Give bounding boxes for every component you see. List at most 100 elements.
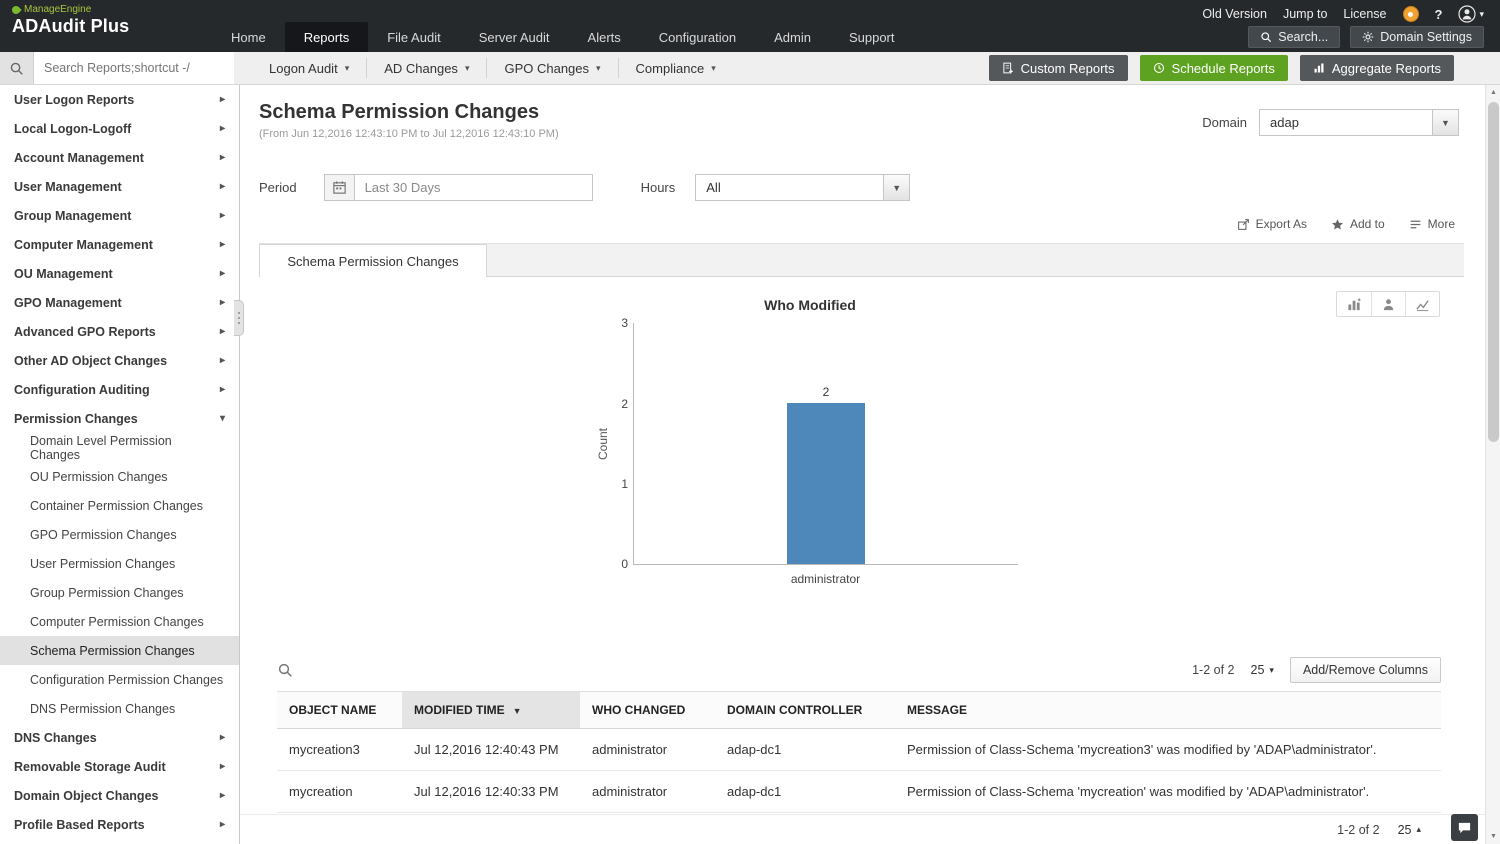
sidebar-item-configuration-permission-changes[interactable]: Configuration Permission Changes xyxy=(0,665,239,694)
jump-to-link[interactable]: Jump to xyxy=(1283,7,1327,21)
sidebar-item-other-ad-object-changes[interactable]: Other AD Object Changes ▸ xyxy=(0,346,239,375)
notification-icon[interactable] xyxy=(1402,6,1419,22)
sidebar-item-removable-storage-audit[interactable]: Removable Storage Audit ▸ xyxy=(0,752,239,781)
nav-file-audit[interactable]: File Audit xyxy=(368,22,459,52)
feedback-chat-button[interactable] xyxy=(1451,814,1478,841)
bar[interactable] xyxy=(787,403,865,564)
old-version-link[interactable]: Old Version xyxy=(1202,7,1267,21)
aggregate-reports-button[interactable]: Aggregate Reports xyxy=(1299,55,1454,81)
chat-icon xyxy=(1458,822,1471,834)
chevron-down-icon: ▾ xyxy=(711,62,716,73)
sidebar-item-dns-changes[interactable]: DNS Changes ▸ xyxy=(0,723,239,752)
sidebar-item-profile-based-reports[interactable]: Profile Based Reports ▸ xyxy=(0,810,239,839)
help-icon[interactable]: ? xyxy=(1435,7,1443,22)
results-table-section: 1-2 of 2 25 ▾ Add/Remove Columns OBJECT N… xyxy=(277,649,1441,813)
nav-server-audit[interactable]: Server Audit xyxy=(460,22,569,52)
column-header-who-changed[interactable]: WHO CHANGED xyxy=(580,691,715,729)
sidebar-item-ou-permission-changes[interactable]: OU Permission Changes xyxy=(0,462,239,491)
header-buttons: Search... Domain Settings xyxy=(1248,26,1484,48)
sidebar-item-configuration-auditing[interactable]: Configuration Auditing ▸ xyxy=(0,375,239,404)
search-reports-input[interactable] xyxy=(34,52,234,84)
domain-select[interactable]: adap ▼ xyxy=(1259,109,1459,136)
domain-settings-button[interactable]: Domain Settings xyxy=(1350,26,1484,48)
nav-reports[interactable]: Reports xyxy=(284,22,369,52)
chevron-up-icon: ▴ xyxy=(1416,824,1421,834)
top-header: ManageEngine ADAudit Plus Home Reports F… xyxy=(0,0,1500,52)
search-icon xyxy=(10,62,23,75)
calendar-button[interactable] xyxy=(323,174,355,201)
footer-page-size-dropdown[interactable]: 25 ▴ xyxy=(1398,823,1421,837)
column-header-modified-time[interactable]: MODIFIED TIME ▼ xyxy=(402,691,580,729)
chevron-right-icon: ▸ xyxy=(219,326,225,337)
search-icon-box[interactable] xyxy=(0,52,34,84)
nav-configuration[interactable]: Configuration xyxy=(640,22,755,52)
page-size-dropdown[interactable]: 25 ▾ xyxy=(1251,663,1274,677)
tab-schema-permission-changes[interactable]: Schema Permission Changes xyxy=(259,244,487,277)
table-row[interactable]: mycreation3 Jul 12,2016 12:40:43 PM admi… xyxy=(277,728,1441,771)
schedule-reports-button[interactable]: Schedule Reports xyxy=(1139,55,1288,81)
app-logo[interactable]: ManageEngine ADAudit Plus xyxy=(10,3,129,37)
chevron-right-icon: ▸ xyxy=(219,181,225,192)
manageengine-brand: ManageEngine xyxy=(10,3,129,16)
column-header-message[interactable]: MESSAGE xyxy=(895,691,1441,729)
global-search-button[interactable]: Search... xyxy=(1248,26,1341,48)
nav-home[interactable]: Home xyxy=(212,22,285,52)
add-to-action[interactable]: Add to xyxy=(1331,217,1385,231)
chart-title: Who Modified xyxy=(764,297,856,313)
line-chart-icon[interactable] xyxy=(1405,292,1439,316)
top-users-icon[interactable] xyxy=(1371,292,1405,316)
table-search-icon[interactable] xyxy=(277,662,293,678)
table-row[interactable]: mycreation Jul 12,2016 12:40:33 PM admin… xyxy=(277,770,1441,813)
sidebar-item-user-logon-reports[interactable]: User Logon Reports ▸ xyxy=(0,85,239,114)
sidebar-item-domain-level-permission-changes[interactable]: Domain Level Permission Changes xyxy=(0,433,239,462)
sidebar-item-user-management[interactable]: User Management ▸ xyxy=(0,172,239,201)
nav-alerts[interactable]: Alerts xyxy=(569,22,640,52)
sidebar-item-account-management[interactable]: Account Management ▸ xyxy=(0,143,239,172)
menu-compliance[interactable]: Compliance ▾ xyxy=(617,58,733,78)
custom-reports-button[interactable]: Custom Reports xyxy=(988,55,1128,81)
chevron-down-icon: ▾ xyxy=(219,413,225,424)
add-remove-columns-button[interactable]: Add/Remove Columns xyxy=(1289,657,1441,683)
main-content: Schema Permission Changes (From Jun 12,2… xyxy=(240,85,1485,844)
scrollbar-thumb[interactable] xyxy=(1488,102,1499,442)
sidebar-item-gpo-management[interactable]: GPO Management ▸ xyxy=(0,288,239,317)
sidebar-item-container-permission-changes[interactable]: Container Permission Changes xyxy=(0,491,239,520)
sidebar-item-group-management[interactable]: Group Management ▸ xyxy=(0,201,239,230)
period-input[interactable]: Last 30 Days xyxy=(354,174,593,201)
y-axis-ticks: 3 2 1 0 xyxy=(621,316,628,571)
sidebar-item-computer-management[interactable]: Computer Management ▸ xyxy=(0,230,239,259)
scroll-up-arrow[interactable]: ▲ xyxy=(1486,85,1500,100)
chevron-right-icon: ▸ xyxy=(219,790,225,801)
sidebar-item-permission-changes[interactable]: Permission Changes ▾ xyxy=(0,404,239,433)
report-tabs: Schema Permission Changes xyxy=(259,243,1464,277)
sidebar-item-computer-permission-changes[interactable]: Computer Permission Changes xyxy=(0,607,239,636)
column-header-domain-controller[interactable]: DOMAIN CONTROLLER xyxy=(715,691,895,729)
license-link[interactable]: License xyxy=(1343,7,1386,21)
sidebar-item-local-logon-logoff[interactable]: Local Logon-Logoff ▸ xyxy=(0,114,239,143)
sidebar-collapse-handle[interactable] xyxy=(234,300,244,336)
scroll-down-arrow[interactable]: ▼ xyxy=(1486,829,1500,844)
sidebar-item-schema-permission-changes[interactable]: Schema Permission Changes xyxy=(0,636,239,665)
chevron-down-icon: ▼ xyxy=(1432,110,1458,135)
chevron-right-icon: ▸ xyxy=(219,94,225,105)
sidebar-item-user-permission-changes[interactable]: User Permission Changes xyxy=(0,549,239,578)
menu-gpo-changes[interactable]: GPO Changes ▾ xyxy=(486,58,617,78)
menu-logon-audit[interactable]: Logon Audit ▾ xyxy=(252,58,366,78)
report-category-menus: Logon Audit ▾ AD Changes ▾ GPO Changes ▾ Co… xyxy=(252,52,733,84)
sidebar-item-domain-object-changes[interactable]: Domain Object Changes ▸ xyxy=(0,781,239,810)
user-menu[interactable]: ▾ xyxy=(1458,5,1484,23)
bar-chart-icon[interactable] xyxy=(1337,292,1371,316)
sidebar-item-group-permission-changes[interactable]: Group Permission Changes xyxy=(0,578,239,607)
export-as-action[interactable]: Export As xyxy=(1237,217,1307,231)
menu-ad-changes[interactable]: AD Changes ▾ xyxy=(366,58,486,78)
sidebar-item-ou-management[interactable]: OU Management ▸ xyxy=(0,259,239,288)
sidebar-item-dns-permission-changes[interactable]: DNS Permission Changes xyxy=(0,694,239,723)
hours-select[interactable]: All ▼ xyxy=(695,174,911,201)
column-header-object-name[interactable]: OBJECT NAME xyxy=(277,691,402,729)
sidebar-item-gpo-permission-changes[interactable]: GPO Permission Changes xyxy=(0,520,239,549)
reports-toolbar: Logon Audit▾ AD Changes▾ GPO Changes▾ Co… xyxy=(0,52,1500,85)
sidebar-item-advanced-gpo-reports[interactable]: Advanced GPO Reports ▸ xyxy=(0,317,239,346)
nav-support[interactable]: Support xyxy=(830,22,914,52)
more-action[interactable]: More xyxy=(1409,217,1455,231)
nav-admin[interactable]: Admin xyxy=(755,22,830,52)
